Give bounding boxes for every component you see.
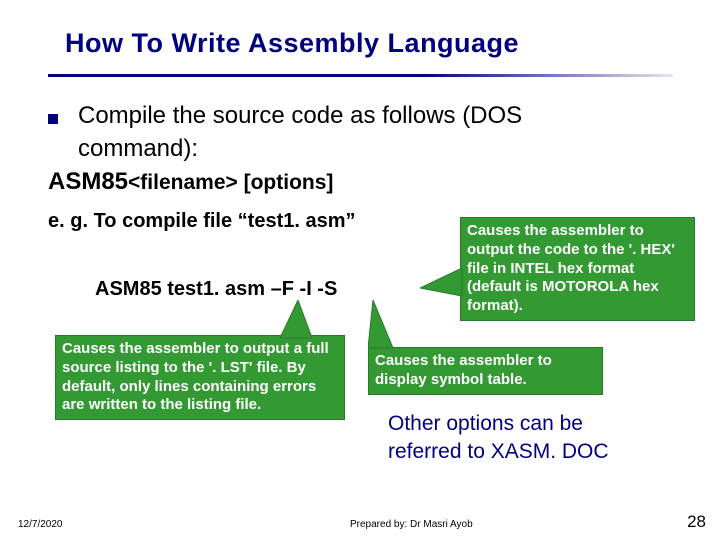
callout-symbol-table: Causes the assembler to display symbol t… — [368, 347, 603, 395]
example-command: ASM85 test1. asm –F -I -S — [95, 278, 337, 301]
callout-hex-file: Causes the assembler to output the code … — [460, 217, 695, 321]
cmd-name: ASM85 — [48, 168, 128, 195]
example-intro: e. g. To compile file “test1. asm” — [48, 210, 356, 233]
callout-tail-icon — [420, 268, 465, 308]
callout-lst-file: Causes the assembler to output a full so… — [55, 335, 345, 420]
bullet-icon — [48, 114, 58, 124]
footer-date: 12/7/2020 — [18, 519, 63, 530]
footer-page-number: 28 — [687, 512, 706, 532]
title-underline — [48, 74, 673, 77]
slide-title: How To Write Assembly Language — [65, 28, 519, 59]
cmd-options: [options] — [238, 171, 334, 194]
command-syntax: ASM85<filename> [options] — [48, 168, 333, 196]
bullet-line2: command): — [78, 133, 198, 165]
bullet-line1: Compile the source code as follows (DOS — [78, 100, 522, 132]
callout-tail-icon — [368, 300, 408, 350]
other-options-line2: referred to XASM. DOC — [388, 440, 609, 464]
footer-author: Prepared by: Dr Masri Ayob — [350, 519, 473, 530]
other-options-line1: Other options can be — [388, 412, 583, 436]
cmd-filename: <filename> — [128, 171, 238, 194]
callout-tail-icon — [280, 300, 330, 340]
